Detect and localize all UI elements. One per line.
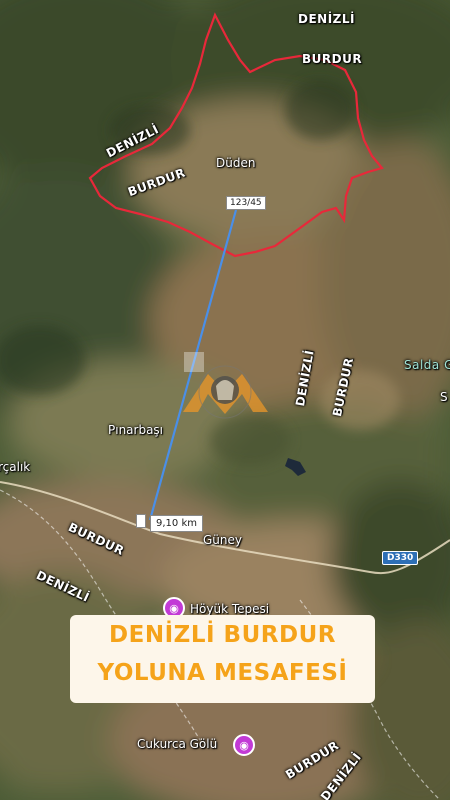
label-salda-s: S xyxy=(440,390,448,404)
banner-title-line1: DENİZLİ BURDUR xyxy=(109,622,336,648)
camera-poi-icon[interactable]: ◉ xyxy=(233,734,255,756)
parcel-number-label: 123/45 xyxy=(226,196,266,210)
watermark-logo-icon xyxy=(183,365,268,419)
label-guney: Güney xyxy=(203,533,242,547)
label-salda: Salda G xyxy=(404,358,450,372)
banner-title-line2: YOLUNA MESAFESİ xyxy=(97,660,348,686)
distance-label: 9,10 km xyxy=(150,515,203,532)
label-calik: rçalık xyxy=(0,460,31,474)
label-cukurca-golu: Cukurca Gölü xyxy=(137,737,218,751)
label-pinarbasi: Pınarbaşı xyxy=(108,423,164,437)
distance-endpoint-marker xyxy=(136,514,146,528)
label-burdur-top: BURDUR xyxy=(302,52,363,66)
title-banner: DENİZLİ BURDUR YOLUNA MESAFESİ xyxy=(70,615,375,703)
label-duden: Düden xyxy=(216,156,256,170)
label-denizli-top: DENİZLİ xyxy=(298,12,355,26)
road-shield-d330: D330 xyxy=(382,551,419,565)
label-hoyuk-tepesi: Höyük Tepesi xyxy=(190,602,270,616)
satellite-map[interactable]: DENİZLİ BURDUR DENİZLİ BURDUR Düden DENİ… xyxy=(0,0,450,800)
